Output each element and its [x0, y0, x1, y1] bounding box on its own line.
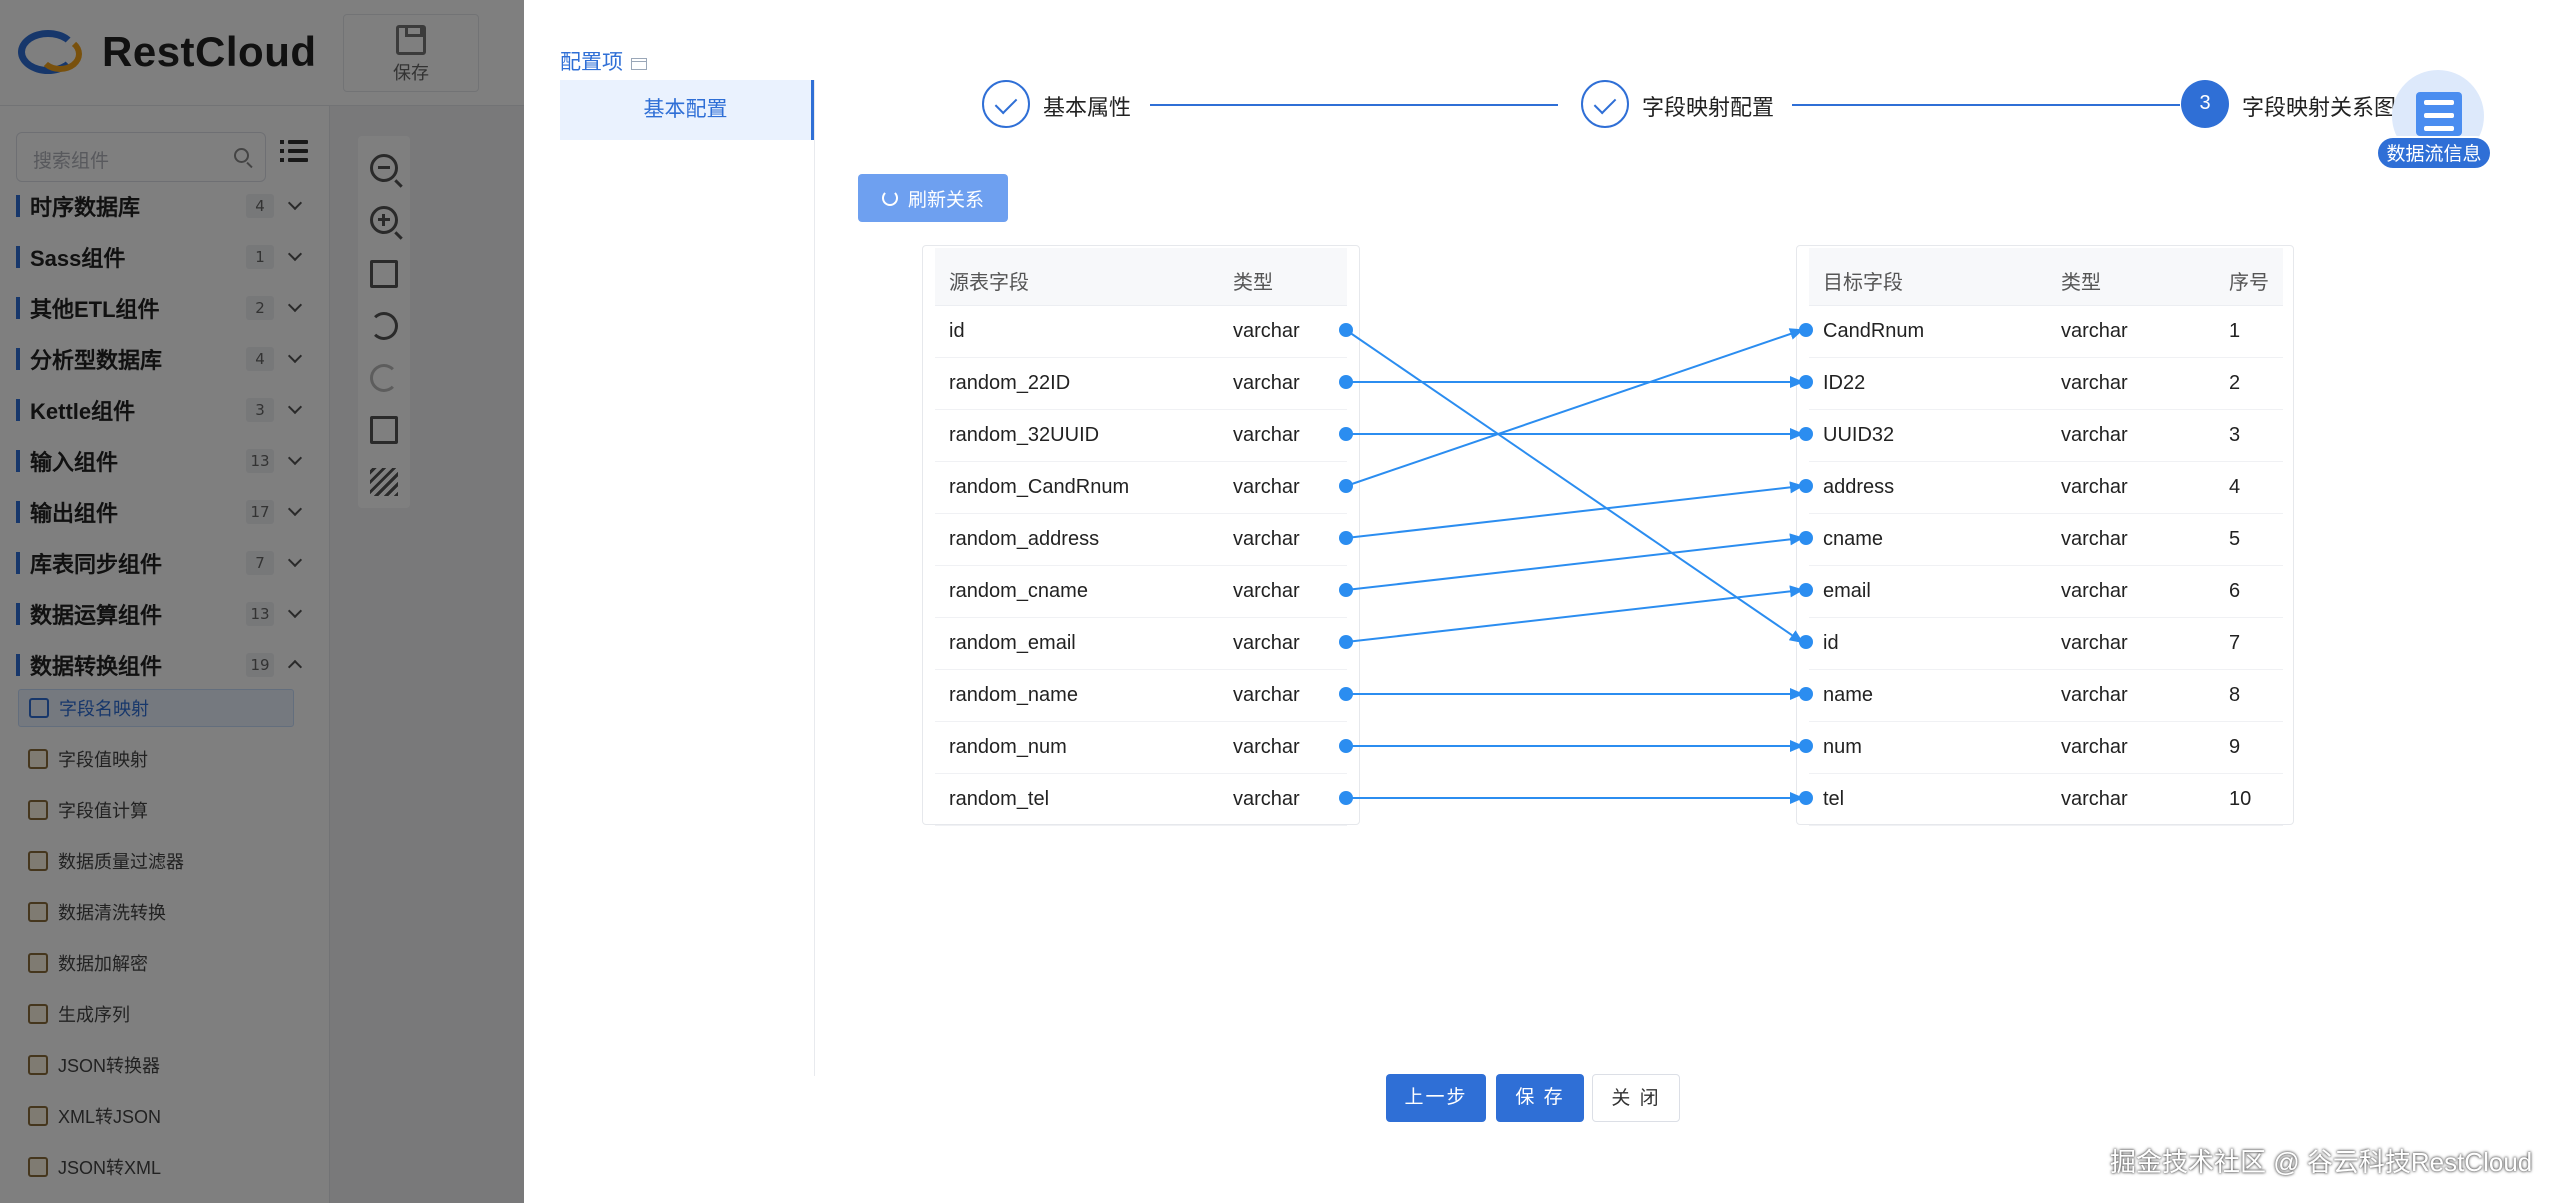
mapping-line[interactable]	[1345, 328, 1804, 487]
mapping-lines	[1339, 323, 1813, 805]
mapping-line[interactable]	[1345, 585, 1804, 643]
mapping-line[interactable]	[1345, 329, 1804, 644]
close-button[interactable]: 关 闭	[1592, 1074, 1680, 1122]
mapping-line[interactable]	[1345, 481, 1804, 539]
save-button[interactable]: 保 存	[1496, 1074, 1584, 1122]
config-drawer: 配置项 基本配置 基本属性 字段映射配置 3 字段映射关系图 数据流信息 刷新关…	[524, 0, 2549, 1203]
watermark-text: 掘金技术社区 @ 谷云科技RestCloud	[2110, 1147, 2533, 1177]
previous-step-button[interactable]: 上一步	[1386, 1074, 1486, 1122]
mapping-line[interactable]	[1345, 533, 1804, 591]
